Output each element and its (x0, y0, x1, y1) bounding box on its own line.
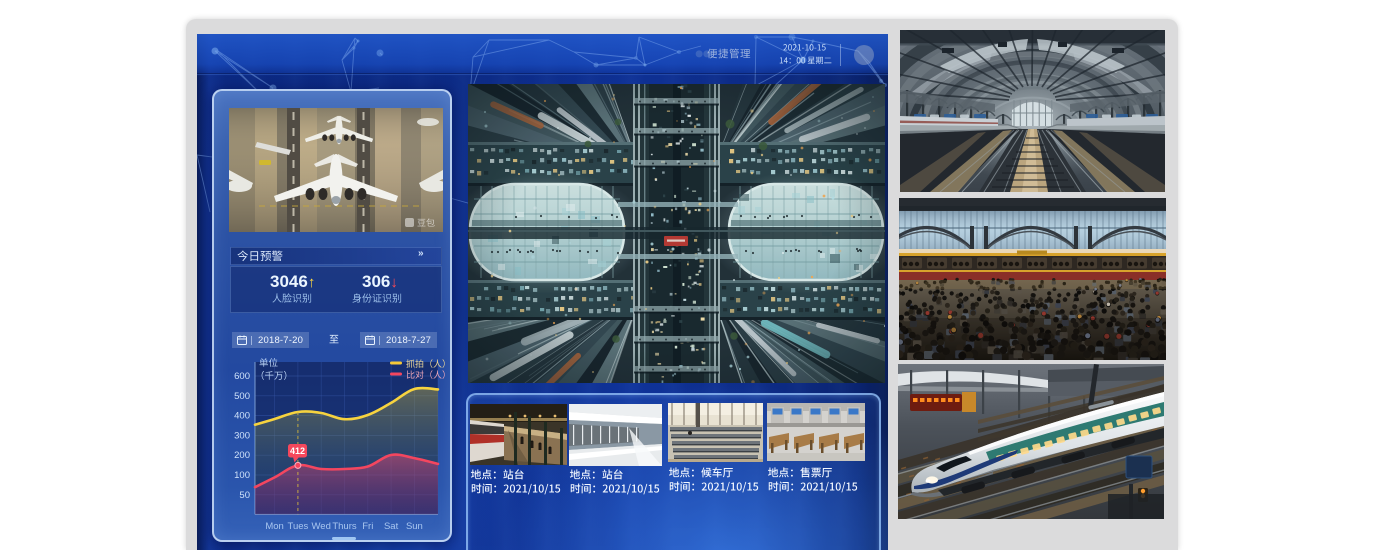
svg-text:100: 100 (234, 470, 250, 481)
svg-text:50: 50 (239, 490, 250, 501)
svg-text:Fri: Fri (362, 521, 373, 532)
svg-text:412: 412 (290, 446, 305, 456)
svg-text:Mon: Mon (265, 521, 283, 532)
svg-text:Sun: Sun (406, 521, 423, 532)
svg-text:300: 300 (234, 430, 250, 441)
svg-text:Thurs: Thurs (332, 521, 357, 532)
svg-text:Tues: Tues (288, 521, 309, 532)
svg-text:Wed: Wed (312, 521, 331, 532)
svg-text:500: 500 (234, 391, 250, 402)
svg-text:400: 400 (234, 411, 250, 422)
svg-text:Sat: Sat (384, 521, 399, 532)
svg-text:600: 600 (234, 371, 250, 382)
svg-text:200: 200 (234, 450, 250, 461)
